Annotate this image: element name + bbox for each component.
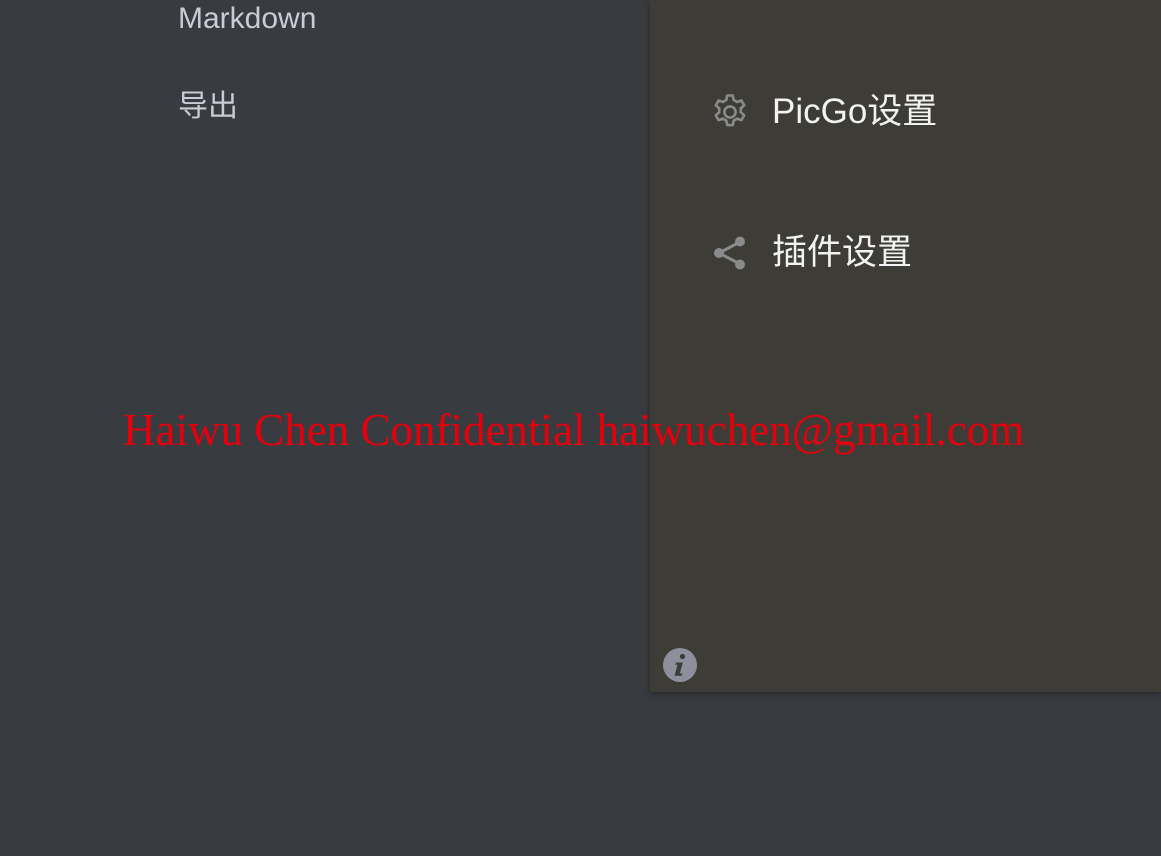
app-window: Markdown 导出 PicGo设置 插件设置 Haiwu Chen Conf…: [0, 0, 1161, 856]
plugin-settings-label: 插件设置: [772, 233, 913, 272]
share-icon: [708, 231, 752, 275]
settings-menu-panel: PicGo设置 插件设置: [650, 0, 1161, 692]
picgo-settings-label: PicGo设置: [772, 92, 938, 131]
info-icon[interactable]: [662, 647, 698, 683]
gear-icon: [708, 90, 752, 134]
menu-item-plugin-settings[interactable]: 插件设置: [708, 231, 912, 275]
menu-item-export[interactable]: 导出: [178, 89, 238, 125]
menu-item-picgo-settings[interactable]: PicGo设置: [708, 90, 937, 134]
menu-item-markdown[interactable]: Markdown: [178, 1, 316, 37]
